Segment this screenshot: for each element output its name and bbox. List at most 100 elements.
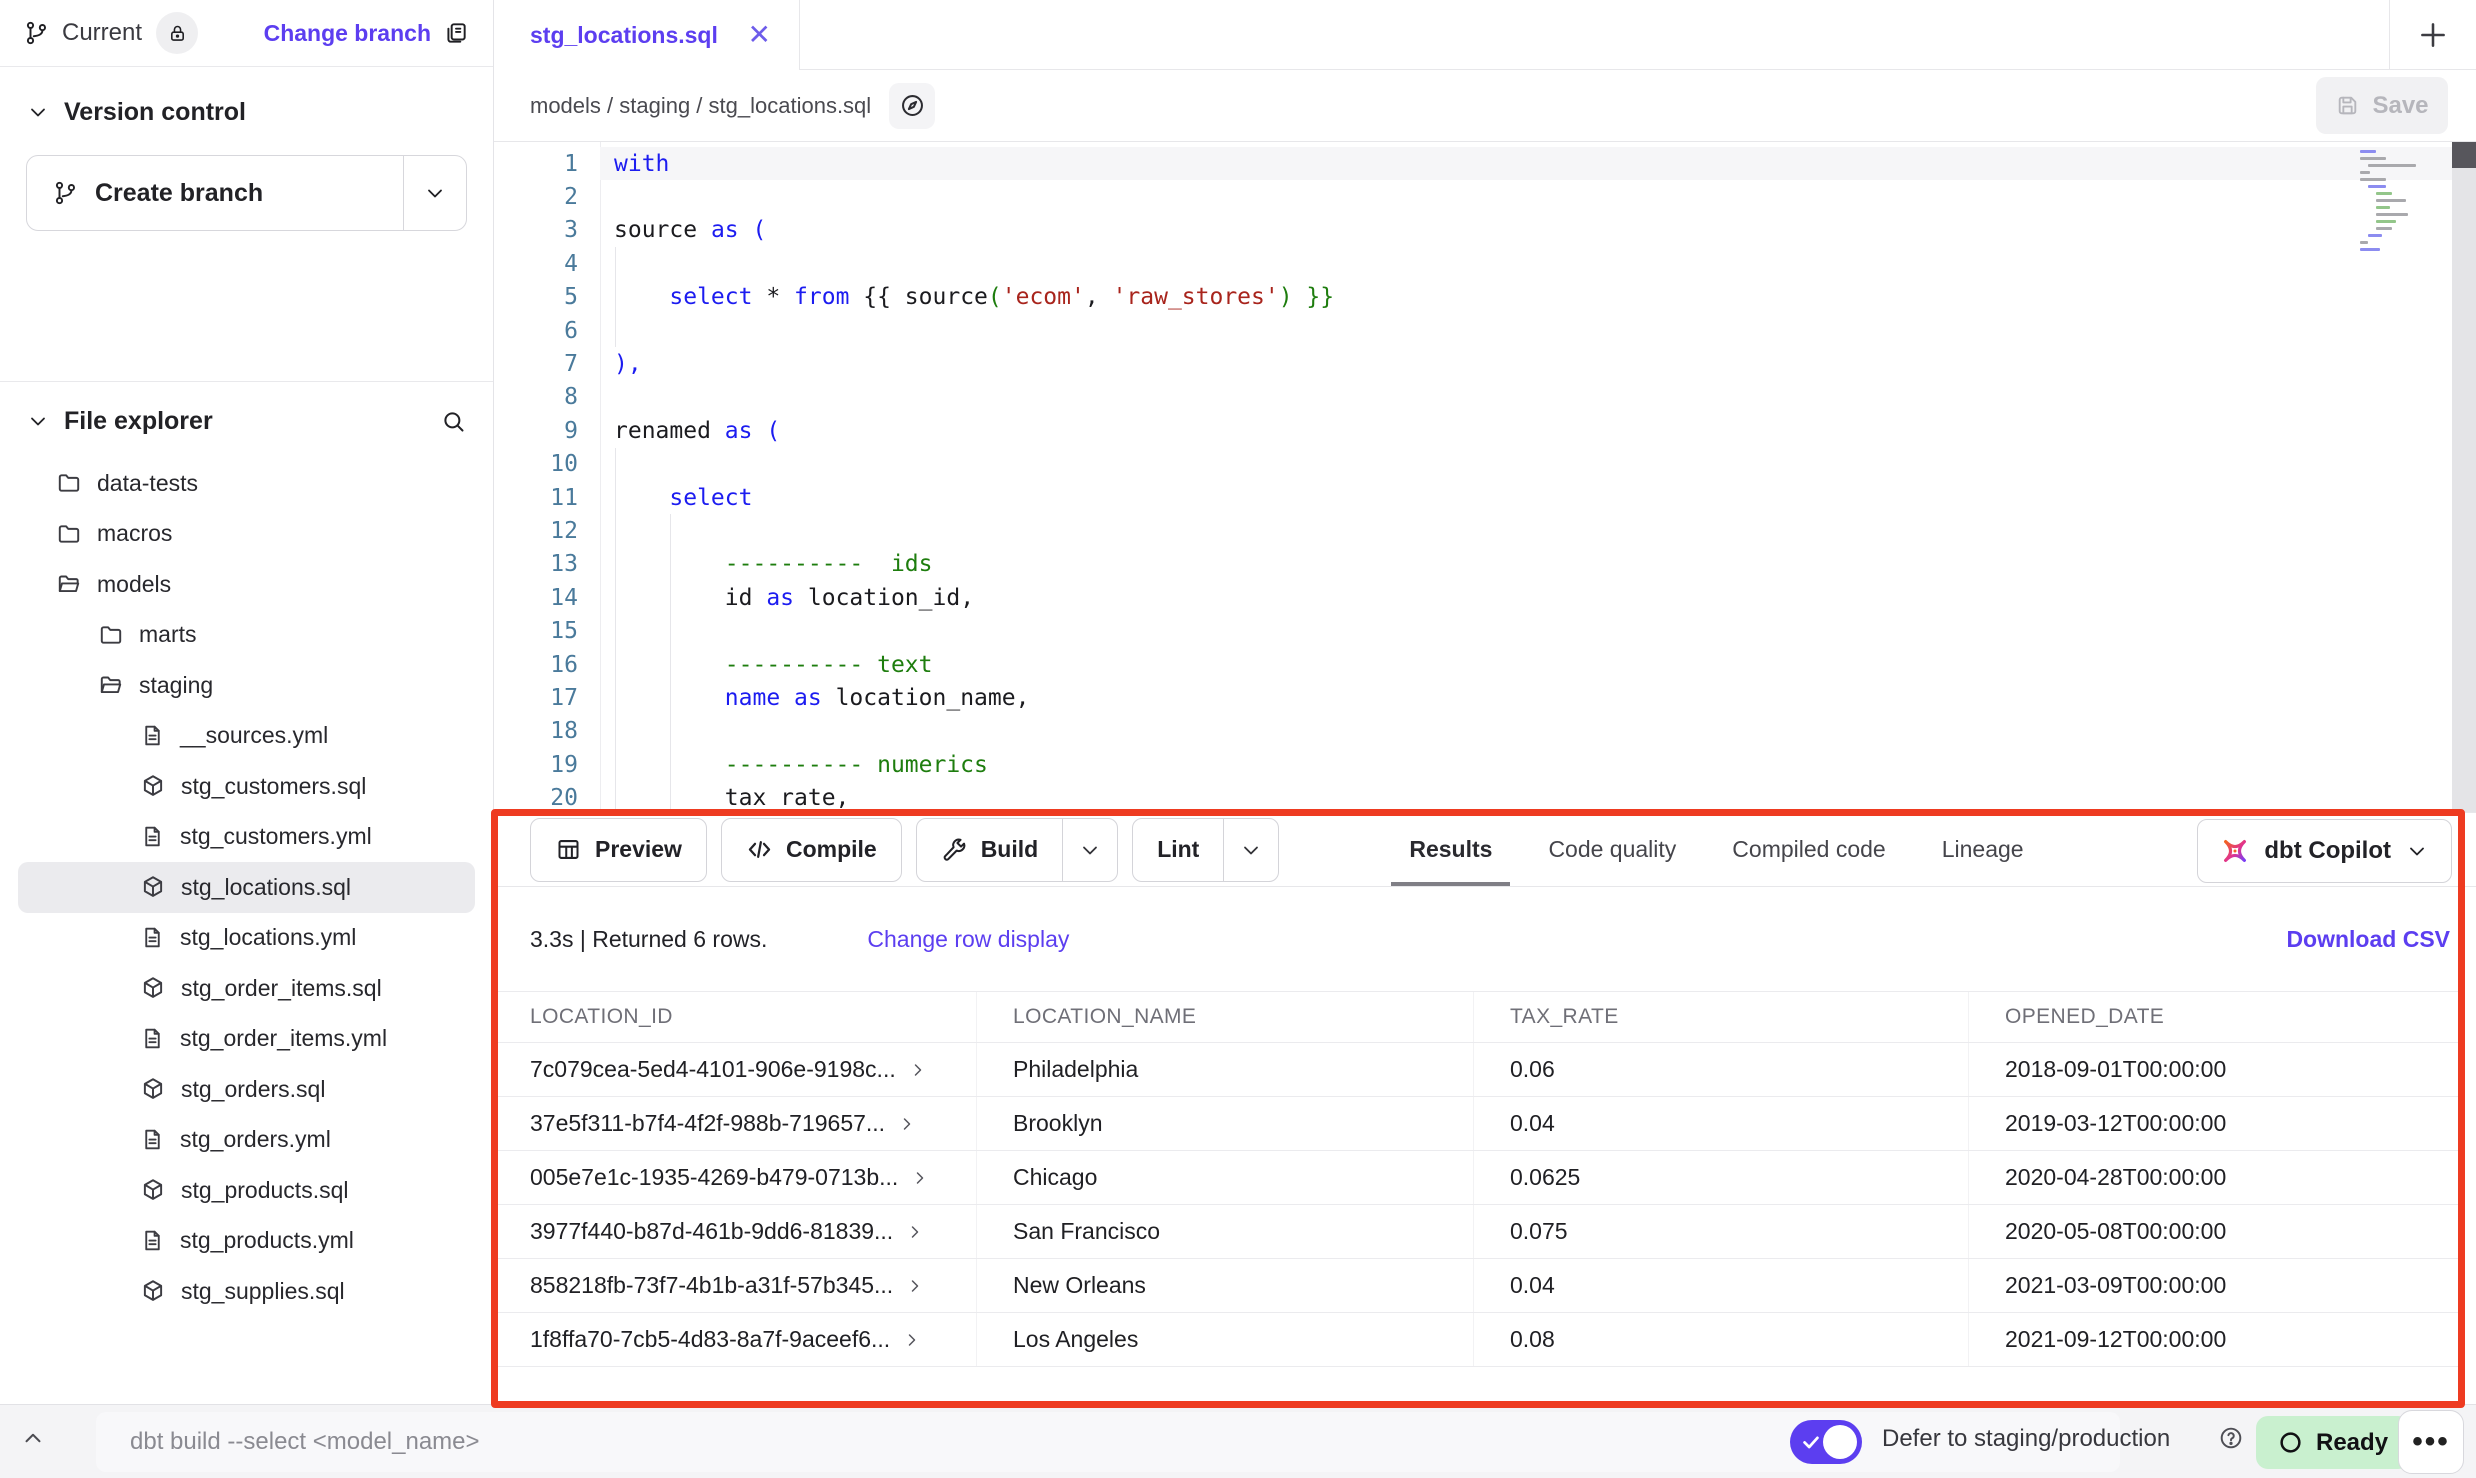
sidebar: Current Change branch Version control Cr… (0, 0, 494, 1404)
file-tree-item-stg-order-items-yml[interactable]: stg_order_items.yml (18, 1014, 475, 1065)
code-line-5[interactable]: 5 select * from {{ source('ecom', 'raw_s… (494, 281, 2476, 314)
code-line-9[interactable]: 9renamed as ( (494, 414, 2476, 447)
row-expand-icon[interactable] (905, 1222, 925, 1242)
save-button[interactable]: Save (2316, 77, 2448, 134)
create-branch-dropdown[interactable] (403, 156, 466, 230)
lint-dropdown[interactable] (1223, 819, 1278, 881)
ready-status-button[interactable]: Ready (2256, 1416, 2410, 1469)
file-tree-item-models[interactable]: models (18, 559, 475, 610)
row-expand-icon[interactable] (897, 1114, 917, 1134)
defer-toggle[interactable] (1790, 1420, 1862, 1464)
lint-button-main[interactable]: Lint (1133, 819, 1223, 881)
preview-button-main[interactable]: Preview (531, 819, 706, 881)
build-dropdown[interactable] (1062, 819, 1117, 881)
file-tree-item-stg-products-sql[interactable]: stg_products.sql (18, 1165, 475, 1216)
build-button[interactable]: Build (916, 818, 1119, 882)
compile-button-main[interactable]: Compile (722, 819, 901, 881)
lint-button[interactable]: Lint (1132, 818, 1279, 882)
table-row[interactable]: 005e7e1c-1935-4269-b479-0713b...Chicago0… (494, 1151, 2464, 1205)
file-tree-item-stg-orders-sql[interactable]: stg_orders.sql (18, 1064, 475, 1115)
code-line-7[interactable]: 7), (494, 347, 2476, 380)
compile-button[interactable]: Compile (721, 818, 902, 882)
change-branch-link[interactable]: Change branch (264, 20, 431, 47)
file-tree-item-marts[interactable]: marts (18, 610, 475, 661)
file-tree-item-data-tests[interactable]: data-tests (18, 458, 475, 509)
scrollbar-thumb[interactable] (2452, 142, 2476, 168)
table-row[interactable]: 3977f440-b87d-461b-9dd6-81839...San Fran… (494, 1205, 2464, 1259)
change-row-display-link[interactable]: Change row display (867, 926, 1069, 953)
tab-results[interactable]: Results (1381, 813, 1520, 886)
column-header-location_name[interactable]: LOCATION_NAME (977, 992, 1474, 1042)
code-line-19[interactable]: 19 ---------- numerics (494, 748, 2476, 781)
code-line-10[interactable]: 10 (494, 448, 2476, 481)
line-number: 11 (494, 485, 600, 511)
table-row[interactable]: 1f8ffa70-7cb5-4d83-8a7f-9aceef6...Los An… (494, 1313, 2464, 1367)
row-expand-icon[interactable] (905, 1276, 925, 1296)
file-tree-item-staging[interactable]: staging (18, 660, 475, 711)
file-tree-item-stg-customers-yml[interactable]: stg_customers.yml (18, 812, 475, 863)
file-tree-item-stg-orders-yml[interactable]: stg_orders.yml (18, 1115, 475, 1166)
table-row[interactable]: 858218fb-73f7-4b1b-a31f-57b345...New Orl… (494, 1259, 2464, 1313)
file-tree-item-stg-locations-yml[interactable]: stg_locations.yml (18, 913, 475, 964)
more-options-button[interactable]: ••• (2398, 1410, 2464, 1474)
new-tab-button[interactable] (2389, 0, 2476, 69)
code-line-6[interactable]: 6 (494, 314, 2476, 347)
preview-button[interactable]: Preview (530, 818, 707, 882)
code-line-14[interactable]: 14 id as location_id, (494, 581, 2476, 614)
close-icon[interactable]: ✕ (748, 21, 771, 49)
table-cell: 858218fb-73f7-4b1b-a31f-57b345... (494, 1259, 977, 1312)
model-icon (140, 773, 166, 799)
tab-compiled-code[interactable]: Compiled code (1704, 813, 1913, 886)
code-line-1[interactable]: 1with (494, 147, 2476, 180)
line-number: 7 (494, 351, 600, 377)
row-expand-icon[interactable] (908, 1060, 928, 1080)
code-line-2[interactable]: 2 (494, 180, 2476, 213)
row-expand-icon[interactable] (910, 1168, 930, 1188)
help-icon[interactable] (2218, 1425, 2244, 1451)
code-line-17[interactable]: 17 name as location_name, (494, 681, 2476, 714)
code-line-11[interactable]: 11 select (494, 481, 2476, 514)
indent-guide (615, 581, 616, 614)
branch-lock-badge (156, 12, 198, 54)
file-tree-item-stg-products-yml[interactable]: stg_products.yml (18, 1216, 475, 1267)
code-line-13[interactable]: 13 ---------- ids (494, 548, 2476, 581)
column-header-location_id[interactable]: LOCATION_ID (494, 992, 977, 1042)
file-explorer-header[interactable]: File explorer (0, 390, 493, 452)
chevron-up-icon[interactable] (20, 1425, 46, 1451)
code-line-8[interactable]: 8 (494, 381, 2476, 414)
code-line-20[interactable]: 20 tax_rate, (494, 781, 2476, 812)
file-tree-item-stg-supplies-sql[interactable]: stg_supplies.sql (18, 1266, 475, 1317)
build-button-main[interactable]: Build (917, 819, 1063, 881)
lineage-compass-button[interactable] (889, 83, 935, 129)
code-line-4[interactable]: 4 (494, 247, 2476, 280)
table-row[interactable]: 7c079cea-5ed4-4101-906e-9198c...Philadel… (494, 1043, 2464, 1097)
file-tree-item-stg-order-items-sql[interactable]: stg_order_items.sql (18, 963, 475, 1014)
file-tree-item-stg-locations-sql[interactable]: stg_locations.sql (18, 862, 475, 913)
code-line-15[interactable]: 15 (494, 614, 2476, 647)
file-tree-item-macros[interactable]: macros (18, 509, 475, 560)
file-tree-item--sources-yml[interactable]: __sources.yml (18, 711, 475, 762)
copy-icon[interactable] (443, 20, 469, 46)
row-expand-icon[interactable] (902, 1330, 922, 1350)
line-number: 15 (494, 618, 600, 644)
create-branch-main[interactable]: Create branch (27, 156, 403, 230)
download-csv-link[interactable]: Download CSV (2286, 926, 2450, 953)
column-header-tax_rate[interactable]: TAX_RATE (1474, 992, 1969, 1042)
code-line-12[interactable]: 12 (494, 514, 2476, 547)
code-line-18[interactable]: 18 (494, 715, 2476, 748)
editor-scrollbar[interactable] (2452, 142, 2476, 812)
code-line-3[interactable]: 3source as ( (494, 214, 2476, 247)
tab-lineage[interactable]: Lineage (1914, 813, 2052, 886)
version-control-header[interactable]: Version control (0, 81, 493, 143)
file-tree-item-stg-customers-sql[interactable]: stg_customers.sql (18, 761, 475, 812)
search-icon[interactable] (440, 408, 467, 435)
tab-stg-locations[interactable]: stg_locations.sql ✕ (494, 0, 800, 70)
column-header-opened_date[interactable]: OPENED_DATE (1969, 992, 2464, 1042)
dbt-copilot-button[interactable]: dbt Copilot (2197, 819, 2452, 883)
tab-code-quality[interactable]: Code quality (1520, 813, 1704, 886)
code-editor[interactable]: 1with23source as (45 select * from {{ so… (494, 142, 2476, 812)
cell-value: 1f8ffa70-7cb5-4d83-8a7f-9aceef6... (530, 1326, 890, 1353)
table-row[interactable]: 37e5f311-b7f4-4f2f-988b-719657...Brookly… (494, 1097, 2464, 1151)
code-line-16[interactable]: 16 ---------- text (494, 648, 2476, 681)
token: with (614, 151, 669, 177)
